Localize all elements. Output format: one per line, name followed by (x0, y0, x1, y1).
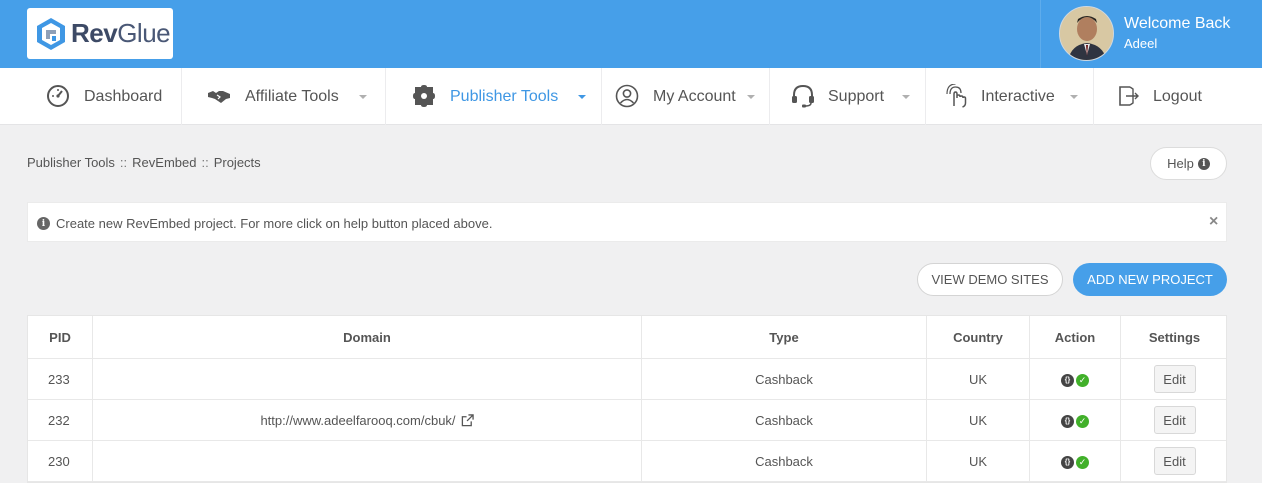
speedometer-icon (47, 85, 69, 107)
table-row: 230 Cashback UK {} ✓ Edit (28, 441, 1226, 482)
country-cell: UK (927, 359, 1030, 399)
main-nav: Dashboard Affiliate Tools Publisher Tool… (0, 68, 1262, 125)
logout-icon (1119, 86, 1139, 106)
avatar[interactable] (1059, 6, 1114, 61)
headset-icon (792, 84, 814, 108)
projects-table: PID Domain Type Country Action Settings … (27, 315, 1227, 483)
table-row: 233 Cashback UK {} ✓ Edit (28, 359, 1226, 400)
chevron-down-icon (902, 95, 910, 99)
revglue-logo[interactable]: RevGlue (27, 8, 173, 59)
edit-button[interactable]: Edit (1153, 365, 1196, 393)
type-cell: Cashback (642, 441, 927, 481)
welcome-text: Welcome Back (1124, 15, 1231, 32)
logo-text-rev: Rev (71, 18, 118, 48)
alert-message: Create new RevEmbed project. For more cl… (56, 216, 493, 231)
settings-cell: Edit (1121, 441, 1228, 481)
header-domain[interactable]: Domain (93, 316, 642, 358)
check-circle-icon[interactable]: ✓ (1076, 373, 1089, 387)
breadcrumb-separator: :: (201, 155, 209, 170)
info-icon: i (1197, 157, 1210, 170)
type-cell: Cashback (642, 400, 927, 440)
action-cell: {} ✓ (1030, 400, 1121, 440)
nav-publisher-tools[interactable]: Publisher Tools (386, 68, 602, 125)
nav-label-interactive: Interactive (981, 88, 1055, 105)
add-new-project-button[interactable]: ADD NEW PROJECT (1073, 263, 1227, 296)
table-header-row: PID Domain Type Country Action Settings (28, 316, 1226, 359)
close-icon[interactable]: × (1209, 213, 1218, 231)
breadcrumb-publisher-tools[interactable]: Publisher Tools (27, 155, 115, 170)
breadcrumb-separator: :: (119, 155, 128, 170)
type-cell: Cashback (642, 359, 927, 399)
touch-icon (946, 84, 967, 108)
check-circle-icon[interactable]: ✓ (1076, 414, 1089, 428)
chevron-down-icon (747, 95, 755, 99)
username: Adeel (1124, 36, 1158, 51)
chevron-down-icon (578, 95, 586, 99)
nav-label-logout: Logout (1153, 88, 1202, 105)
top-header: RevGlue Welcome Back Adeel (0, 0, 1262, 68)
nav-dashboard[interactable]: Dashboard (0, 68, 182, 125)
check-circle-icon[interactable]: ✓ (1076, 455, 1089, 469)
user-circle-icon (615, 84, 639, 108)
settings-cell: Edit (1121, 359, 1228, 399)
nav-label-affiliate-tools: Affiliate Tools (245, 88, 339, 105)
domain-cell (93, 359, 642, 399)
view-demo-sites-button[interactable]: VIEW DEMO SITES (917, 263, 1063, 296)
header-settings: Settings (1148, 329, 1201, 345)
nav-interactive[interactable]: Interactive (926, 68, 1094, 125)
domain-cell: http://www.adeelfarooq.com/cbuk/ (93, 400, 642, 440)
logo-text-glue: Glue (117, 18, 171, 48)
puzzle-icon (413, 85, 435, 107)
embed-code-icon[interactable]: {} (1061, 455, 1074, 469)
settings-cell: Edit (1121, 400, 1228, 440)
pid-cell: 232 (28, 400, 93, 440)
edit-button[interactable]: Edit (1153, 406, 1196, 434)
breadcrumb-revembed[interactable]: RevEmbed (132, 155, 196, 170)
header-country[interactable]: Country (927, 316, 1030, 358)
help-label: Help (1167, 156, 1194, 171)
pid-cell: 233 (28, 359, 93, 399)
country-cell: UK (927, 441, 1030, 481)
chevron-down-icon (1070, 95, 1078, 99)
embed-code-icon[interactable]: {} (1061, 414, 1074, 428)
nav-support[interactable]: Support (770, 68, 926, 125)
handshake-icon (208, 91, 230, 103)
edit-button[interactable]: Edit (1153, 447, 1196, 475)
pid-cell: 230 (28, 441, 93, 481)
domain-cell (93, 441, 642, 481)
nav-label-my-account: My Account (653, 88, 736, 105)
domain-link[interactable]: http://www.adeelfarooq.com/cbuk/ (260, 413, 455, 428)
external-link-icon[interactable] (461, 413, 474, 427)
chevron-down-icon (359, 95, 367, 99)
nav-logout[interactable]: Logout (1094, 68, 1262, 125)
action-cell: {} ✓ (1030, 441, 1121, 481)
header-type[interactable]: Type (642, 316, 927, 358)
help-button[interactable]: Help i (1150, 147, 1227, 180)
nav-label-dashboard: Dashboard (84, 88, 163, 105)
nav-label-publisher-tools: Publisher Tools (450, 88, 559, 105)
header-pid[interactable]: PID (28, 316, 93, 358)
info-alert: i Create new RevEmbed project. For more … (27, 202, 1227, 242)
user-profile[interactable]: Welcome Back Adeel (1040, 0, 1262, 68)
action-cell: {} ✓ (1030, 359, 1121, 399)
header-action: Action (1030, 316, 1121, 358)
revglue-logo-icon (37, 17, 65, 50)
breadcrumb-projects: Projects (213, 155, 261, 170)
embed-code-icon[interactable]: {} (1061, 373, 1074, 387)
breadcrumb: Publisher Tools:: RevEmbed:: Projects (27, 155, 261, 170)
table-row: 232 http://www.adeelfarooq.com/cbuk/ Cas… (28, 400, 1226, 441)
info-icon: i (37, 217, 50, 230)
country-cell: UK (927, 400, 1030, 440)
nav-affiliate-tools[interactable]: Affiliate Tools (182, 68, 386, 125)
nav-label-support: Support (828, 88, 885, 105)
nav-my-account[interactable]: My Account (602, 68, 770, 125)
